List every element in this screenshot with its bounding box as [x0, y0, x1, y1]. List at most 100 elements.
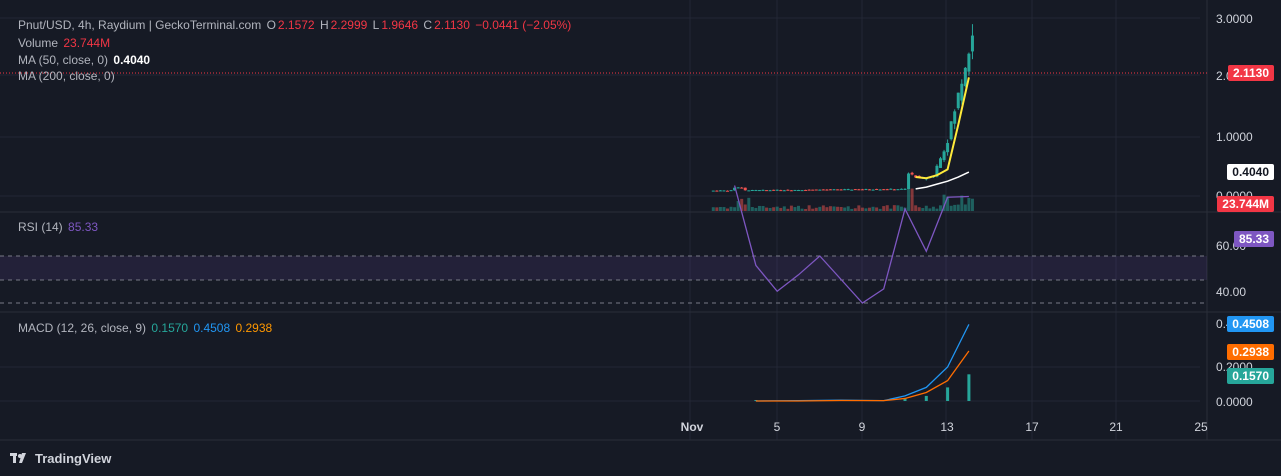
candle-body — [768, 190, 772, 192]
volume-bar — [779, 207, 783, 211]
candle-body — [736, 187, 740, 189]
volume-bar — [931, 206, 935, 211]
candle-body — [970, 35, 974, 52]
macd-legend[interactable]: MACD (12, 26, close, 9) 0.1570 0.4508 0.… — [18, 320, 274, 336]
candle-body — [878, 189, 882, 191]
volume-bar — [924, 205, 928, 211]
candle-body — [853, 189, 857, 191]
rsi-band — [0, 256, 1207, 280]
candle-body — [772, 189, 776, 191]
candle-body — [896, 189, 900, 191]
volume-bar — [768, 207, 772, 211]
candle-body — [825, 189, 829, 191]
candle-body — [779, 190, 783, 192]
candle-body — [754, 190, 758, 192]
candle-body — [804, 189, 808, 191]
candle-body — [910, 172, 914, 175]
candle-body — [786, 189, 790, 191]
volume-bar — [899, 206, 903, 211]
ma50-value: 0.4040 — [113, 53, 151, 67]
candle-body — [843, 189, 847, 191]
macd-hist-bar — [924, 395, 928, 401]
tradingview-logo-icon — [10, 452, 26, 463]
symbol-title[interactable]: Pnut/USD, 4h, Raydium | GeckoTerminal.co… — [18, 18, 261, 32]
volume-bar — [910, 188, 914, 211]
volume-bar — [868, 207, 871, 211]
high-value: 2.2999 — [330, 18, 368, 32]
candle-body — [949, 121, 953, 140]
candle-body — [718, 190, 722, 192]
rsi-line — [733, 185, 969, 304]
volume-bar — [967, 197, 971, 211]
volume-bar — [896, 205, 900, 211]
volume-bar — [914, 205, 918, 211]
volume-bar — [939, 205, 942, 211]
candle-body — [747, 190, 751, 192]
candle-body — [967, 53, 971, 72]
open-value: 2.1572 — [277, 18, 315, 32]
candle-body — [839, 189, 843, 191]
volume-bar — [956, 204, 960, 211]
candle-body — [956, 92, 960, 109]
chart-canvas[interactable] — [0, 0, 1281, 476]
candle-body — [864, 189, 868, 191]
macd-tick: 0.0000 — [1216, 395, 1253, 409]
volume-bar — [821, 205, 825, 211]
ma200-legend[interactable]: MA (200, close, 0) — [18, 68, 117, 84]
price-legend: Pnut/USD, 4h, Raydium | GeckoTerminal.co… — [18, 18, 572, 32]
volume-bar — [860, 207, 864, 211]
time-tick: 17 — [1025, 420, 1039, 434]
volume-bar — [889, 208, 893, 211]
volume-bar — [949, 205, 953, 211]
volume-bar — [882, 206, 886, 211]
volume-bar — [715, 207, 719, 211]
candle-body — [907, 173, 911, 190]
candle-body — [743, 187, 747, 191]
tradingview-brand[interactable]: TradingView — [10, 451, 111, 466]
candle-body — [722, 190, 726, 192]
volume-bars — [711, 188, 974, 211]
volume-bar — [807, 205, 811, 211]
candle-body — [715, 190, 719, 192]
volume-bar — [786, 208, 790, 211]
rsi-value: 85.33 — [68, 220, 99, 234]
macd-signal-value: 0.2938 — [235, 321, 273, 335]
grid-lines — [0, 0, 1200, 440]
candle-body — [814, 189, 818, 191]
volume-bar — [733, 207, 737, 211]
change-value: −0.0441 (−2.05%) — [475, 18, 572, 32]
volume-legend[interactable]: Volume 23.744M — [18, 35, 112, 51]
candle-body — [899, 188, 903, 190]
volume-bar — [811, 208, 815, 211]
candle-body — [797, 190, 800, 192]
time-tick: 9 — [858, 420, 866, 434]
volume-bar — [970, 198, 974, 211]
rsi-tick: 40.00 — [1216, 285, 1247, 299]
candle-body — [789, 190, 793, 192]
time-tick: 13 — [940, 420, 954, 434]
volume-bar — [743, 204, 747, 211]
candle-body — [871, 189, 875, 191]
volume-bar — [772, 207, 776, 211]
candle-body — [892, 189, 896, 191]
candle-body — [726, 190, 729, 192]
close-value: 2.1130 — [434, 18, 470, 32]
volume-bar — [765, 207, 769, 211]
volume-bar — [857, 205, 861, 211]
candle-body — [846, 189, 850, 191]
volume-bar — [828, 206, 832, 211]
volume-bar — [825, 207, 829, 211]
volume-bar — [797, 205, 800, 211]
low-value: 1.9646 — [381, 18, 419, 32]
rsi-legend[interactable]: RSI (14) 85.33 — [18, 219, 100, 235]
candle-body — [765, 190, 769, 192]
macd-hist-bar — [946, 387, 950, 401]
ma50-legend[interactable]: MA (50, close, 0) 0.4040 — [18, 52, 152, 68]
candle-body — [711, 190, 715, 192]
price-candles — [711, 24, 974, 192]
candle-body — [828, 189, 832, 191]
last-price-tag: 2.1130 — [1227, 65, 1274, 81]
price-tick: 1.0000 — [1216, 130, 1253, 144]
candle-body — [960, 83, 964, 101]
time-tick: 25 — [1194, 420, 1208, 434]
